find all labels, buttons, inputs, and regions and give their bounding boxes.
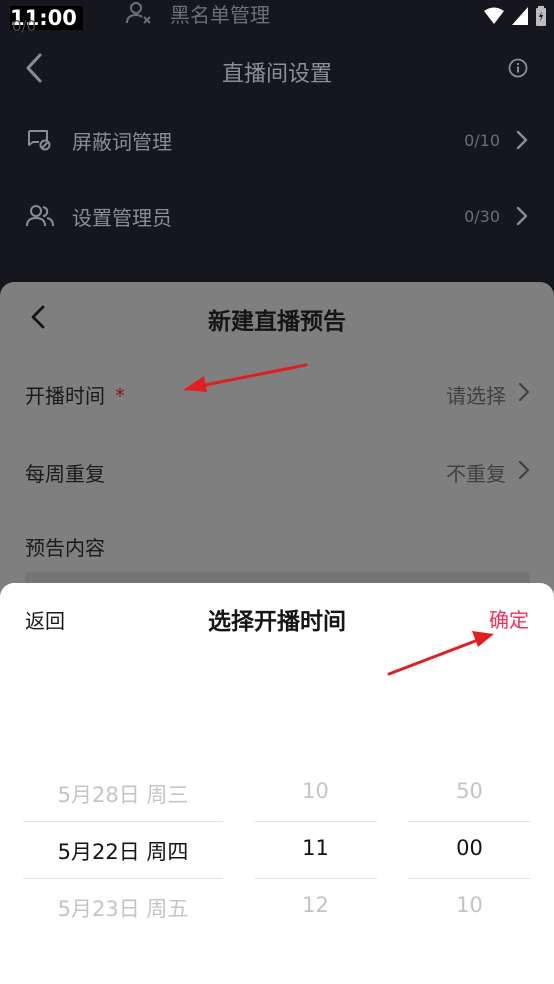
chevron-right-icon — [518, 382, 530, 402]
content-label: 预告内容 — [25, 536, 105, 560]
minute-option-prev[interactable]: 50 — [408, 779, 531, 803]
minute-wheel-divider — [408, 821, 531, 822]
blacklist-label: 黑名单管理 — [170, 2, 270, 27]
content-row: 预告内容 — [0, 524, 554, 564]
repeat-value: 不重复 — [446, 462, 506, 486]
admins-count: 0/30 — [464, 206, 500, 226]
minute-wheel-divider — [408, 878, 531, 879]
start-time-label: 开播时间 * — [25, 384, 125, 408]
users-icon — [26, 205, 54, 227]
date-wheel-divider — [23, 878, 223, 879]
blocked-words-count: 0/10 — [464, 130, 500, 150]
chat-block-icon — [28, 130, 51, 151]
battery-icon — [536, 6, 546, 26]
admins-label: 设置管理员 — [72, 205, 172, 230]
blacklist-count: 0/0 — [12, 17, 37, 35]
hour-option-next[interactable]: 12 — [254, 893, 377, 917]
blacklist-row-ghost: 黑名单管理 — [126, 0, 270, 27]
repeat-row[interactable]: 每周重复 不重复 — [0, 450, 554, 490]
hour-wheel-divider — [254, 878, 377, 879]
signal-icon — [512, 7, 528, 25]
settings-row-blocked-words[interactable]: 屏蔽词管理 0/10 — [0, 110, 554, 170]
preview-sheet-title: 新建直播预告 — [208, 309, 346, 335]
picker-title: 选择开播时间 — [208, 609, 346, 635]
start-time-row[interactable]: 开播时间 * 请选择 — [0, 372, 554, 412]
status-icons — [484, 6, 546, 26]
hour-option-prev[interactable]: 10 — [254, 779, 377, 803]
info-icon[interactable] — [508, 58, 528, 78]
blocked-words-label: 屏蔽词管理 — [72, 129, 172, 154]
date-wheel[interactable]: 5月28日 周三 5月22日 周四 5月23日 周五 — [23, 766, 223, 926]
required-mark: * — [115, 384, 125, 408]
wifi-icon — [484, 7, 504, 24]
repeat-label: 每周重复 — [25, 462, 105, 486]
user-blocked-icon — [126, 2, 151, 24]
picker-confirm-button[interactable]: 确定 — [489, 604, 529, 633]
picker-back-button[interactable]: 返回 — [25, 605, 65, 634]
settings-title: 直播间设置 — [221, 62, 332, 87]
chevron-right-icon — [516, 206, 528, 226]
date-wheel-divider — [23, 821, 223, 822]
start-time-value: 请选择 — [446, 384, 506, 408]
hour-option-selected[interactable]: 11 — [254, 836, 377, 860]
status-bar: 11:00 — [0, 0, 554, 36]
minute-wheel[interactable]: 50 00 10 — [408, 766, 531, 926]
chevron-right-icon — [518, 460, 530, 480]
time-picker-sheet: 返回 选择开播时间 确定 5月28日 周三 5月22日 周四 5月23日 周五 … — [0, 583, 554, 984]
minute-option-next[interactable]: 10 — [408, 893, 531, 917]
date-option-selected[interactable]: 5月22日 周四 — [23, 836, 223, 866]
minute-option-selected[interactable]: 00 — [408, 836, 531, 860]
date-option-prev[interactable]: 5月28日 周三 — [23, 779, 223, 809]
date-option-next[interactable]: 5月23日 周五 — [23, 893, 223, 923]
settings-header: 直播间设置 — [0, 40, 554, 100]
hour-wheel[interactable]: 10 11 12 — [254, 766, 377, 926]
chevron-right-icon — [516, 130, 528, 150]
hour-wheel-divider — [254, 821, 377, 822]
settings-row-admins[interactable]: 设置管理员 0/30 — [0, 186, 554, 246]
